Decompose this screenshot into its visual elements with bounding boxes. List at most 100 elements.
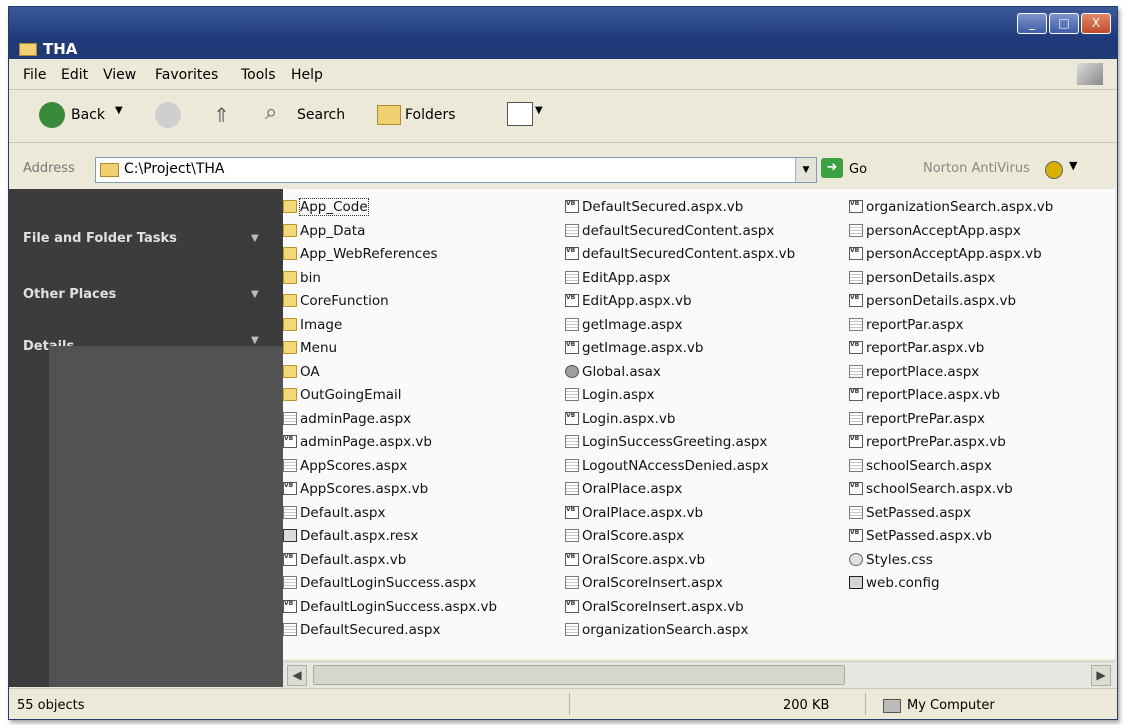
file-item[interactable]: personDetails.aspx.vb xyxy=(849,293,1016,314)
horizontal-scrollbar[interactable]: ◀ ▶ xyxy=(283,661,1115,688)
norton-icon[interactable] xyxy=(1045,161,1063,179)
folder-item[interactable]: OutGoingEmail xyxy=(283,387,402,408)
file-item[interactable]: organizationSearch.aspx.vb xyxy=(849,199,1053,220)
forward-arrow-icon[interactable] xyxy=(155,102,181,128)
file-item[interactable]: personAcceptApp.aspx.vb xyxy=(849,246,1042,267)
file-name: Default.aspx.vb xyxy=(300,551,407,568)
file-folder-tasks-header[interactable]: File and Folder Tasks xyxy=(23,231,177,246)
file-item[interactable]: DefaultLoginSuccess.aspx xyxy=(283,575,476,596)
file-item[interactable]: EditApp.aspx.vb xyxy=(565,293,692,314)
file-item[interactable]: AppScores.aspx.vb xyxy=(283,481,428,502)
file-item[interactable]: getImage.aspx xyxy=(565,317,683,338)
file-item[interactable]: personAcceptApp.aspx xyxy=(849,223,1021,244)
search-icon[interactable]: ⌕ xyxy=(265,100,277,125)
scroll-thumb[interactable] xyxy=(313,665,845,685)
address-dropdown-icon[interactable]: ▼ xyxy=(795,158,816,182)
file-item[interactable]: reportPrePar.aspx.vb xyxy=(849,434,1006,455)
file-item[interactable]: adminPage.aspx.vb xyxy=(283,434,432,455)
file-item[interactable]: DefaultLoginSuccess.aspx.vb xyxy=(283,599,497,620)
file-name: OA xyxy=(300,363,320,380)
views-icon[interactable] xyxy=(507,102,533,126)
file-item[interactable]: defaultSecuredContent.aspx xyxy=(565,223,774,244)
norton-label[interactable]: Norton AntiVirus xyxy=(923,161,1030,176)
folder-item[interactable]: OA xyxy=(283,364,320,385)
file-item[interactable]: SetPassed.aspx xyxy=(849,505,971,526)
file-item[interactable]: OralPlace.aspx xyxy=(565,481,682,502)
file-item[interactable]: OralPlace.aspx.vb xyxy=(565,505,703,526)
menu-view[interactable]: View xyxy=(103,67,136,83)
address-field[interactable]: C:\Project\THA ▼ xyxy=(95,157,817,183)
file-item[interactable]: getImage.aspx.vb xyxy=(565,340,703,361)
views-dropdown-icon[interactable]: ▼ xyxy=(535,105,543,116)
other-places-header[interactable]: Other Places xyxy=(23,287,116,302)
back-arrow-icon[interactable] xyxy=(39,102,65,128)
maximize-button[interactable]: □ xyxy=(1049,13,1079,34)
file-item[interactable]: defaultSecuredContent.aspx.vb xyxy=(565,246,795,267)
file-item[interactable]: OralScoreInsert.aspx xyxy=(565,575,723,596)
file-item[interactable]: organizationSearch.aspx xyxy=(565,622,748,643)
aspx-icon xyxy=(283,458,297,472)
folders-icon[interactable] xyxy=(377,105,401,125)
file-item[interactable]: DefaultSecured.aspx.vb xyxy=(565,199,743,220)
file-item[interactable]: LoginSuccessGreeting.aspx xyxy=(565,434,767,455)
go-button[interactable]: Go xyxy=(849,162,867,177)
folder-item[interactable]: CoreFunction xyxy=(283,293,389,314)
file-item[interactable]: reportPar.aspx.vb xyxy=(849,340,984,361)
file-item[interactable]: Global.asax xyxy=(565,364,661,385)
file-item[interactable]: Login.aspx.vb xyxy=(565,411,675,432)
go-arrow-icon[interactable]: ➜ xyxy=(821,158,843,178)
folder-item[interactable]: Image xyxy=(283,317,342,338)
file-item[interactable]: reportPar.aspx xyxy=(849,317,964,338)
menu-help[interactable]: Help xyxy=(291,67,323,83)
menu-edit[interactable]: Edit xyxy=(61,67,88,83)
file-item[interactable]: OralScore.aspx xyxy=(565,528,684,549)
norton-dropdown-icon[interactable]: ▼ xyxy=(1069,159,1077,172)
file-item[interactable]: Styles.css xyxy=(849,552,933,573)
search-button[interactable]: Search xyxy=(297,107,345,123)
menu-favorites[interactable]: Favorites xyxy=(155,67,218,83)
file-item[interactable]: DefaultSecured.aspx xyxy=(283,622,440,643)
vb-icon xyxy=(849,294,863,307)
chevron-down-icon[interactable]: ▼ xyxy=(251,233,259,244)
file-item[interactable]: Default.aspx xyxy=(283,505,385,526)
title-bar[interactable]: THA _ □ X xyxy=(9,7,1117,59)
file-item[interactable]: EditApp.aspx xyxy=(565,270,671,291)
file-name: personAcceptApp.aspx.vb xyxy=(866,246,1042,262)
file-name: OralPlace.aspx.vb xyxy=(582,504,704,521)
file-item[interactable]: adminPage.aspx xyxy=(283,411,411,432)
file-item[interactable]: schoolSearch.aspx xyxy=(849,458,992,479)
file-name: CoreFunction xyxy=(300,293,389,309)
chevron-down-icon[interactable]: ▼ xyxy=(251,335,259,346)
file-item[interactable]: OralScoreInsert.aspx.vb xyxy=(565,599,744,620)
folder-item[interactable]: bin xyxy=(283,270,321,291)
file-item[interactable]: web.config xyxy=(849,575,940,596)
menu-tools[interactable]: Tools xyxy=(241,67,276,83)
minimize-button[interactable]: _ xyxy=(1017,13,1047,34)
aspx-icon xyxy=(849,458,863,472)
folder-item[interactable]: App_WebReferences xyxy=(283,246,438,267)
file-item[interactable]: Default.aspx.vb xyxy=(283,552,406,573)
close-button[interactable]: X xyxy=(1081,13,1111,34)
up-folder-icon[interactable]: ⇑ xyxy=(213,103,230,127)
scroll-left-icon[interactable]: ◀ xyxy=(287,665,307,686)
folder-item[interactable]: App_Code xyxy=(283,198,369,220)
folders-button[interactable]: Folders xyxy=(405,107,456,123)
file-item[interactable]: personDetails.aspx xyxy=(849,270,995,291)
folder-item[interactable]: Menu xyxy=(283,340,337,361)
folder-item[interactable]: App_Data xyxy=(283,223,365,244)
file-item[interactable]: Login.aspx xyxy=(565,387,655,408)
file-item[interactable]: LogoutNAccessDenied.aspx xyxy=(565,458,769,479)
file-item[interactable]: schoolSearch.aspx.vb xyxy=(849,481,1013,502)
scroll-right-icon[interactable]: ▶ xyxy=(1091,665,1111,686)
file-item[interactable]: SetPassed.aspx.vb xyxy=(849,528,992,549)
chevron-down-icon[interactable]: ▼ xyxy=(251,289,259,300)
file-item[interactable]: AppScores.aspx xyxy=(283,458,407,479)
file-item[interactable]: reportPrePar.aspx xyxy=(849,411,985,432)
file-item[interactable]: Default.aspx.resx xyxy=(283,528,418,549)
menu-file[interactable]: File xyxy=(23,67,46,83)
file-item[interactable]: reportPlace.aspx.vb xyxy=(849,387,1000,408)
back-button[interactable]: Back xyxy=(71,107,105,123)
file-item[interactable]: OralScore.aspx.vb xyxy=(565,552,705,573)
file-item[interactable]: reportPlace.aspx xyxy=(849,364,979,385)
back-dropdown-icon[interactable]: ▼ xyxy=(115,105,123,116)
